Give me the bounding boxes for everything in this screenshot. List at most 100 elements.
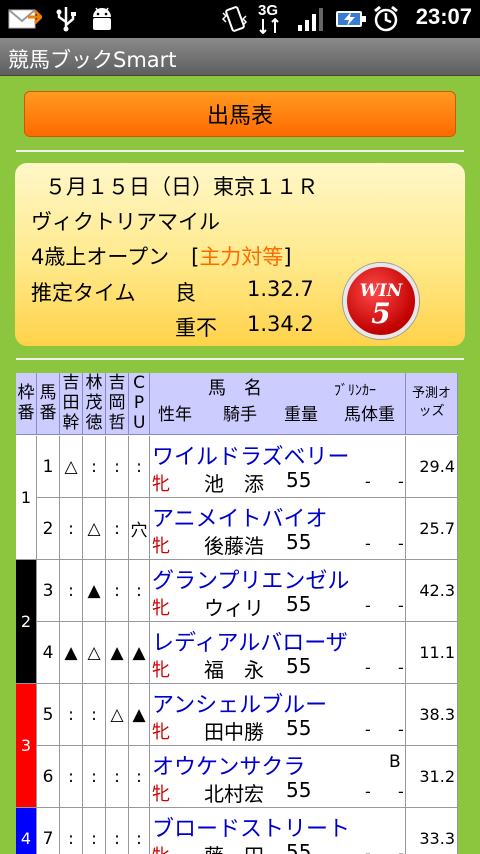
header-jockey: 騎手 (223, 405, 257, 425)
cell-odds: 33.3 (406, 808, 458, 854)
cell-cpu: 穴 (129, 498, 150, 560)
race-condition: 主力対等 (199, 245, 284, 269)
body-weight: - (365, 720, 371, 739)
race-card-button[interactable]: 出馬表 (24, 91, 456, 137)
carried-weight: 55 (286, 778, 312, 802)
cell-odds: 11.1 (406, 622, 458, 684)
carried-weight: 55 (286, 716, 312, 740)
jockey-name: 福 永 (204, 658, 264, 682)
horse-name[interactable]: グランプリエンゼル (152, 563, 408, 595)
cell-predictor-1: : (60, 808, 83, 854)
app-title-bar: 競馬ブックSmart (0, 38, 480, 76)
win5-badge-icon[interactable]: WIN 5 (343, 263, 419, 339)
horse-name[interactable]: ワイルドラズベリー (152, 439, 408, 471)
cell-predictor-3: : (106, 436, 129, 498)
cell-predictor-2: : (83, 684, 106, 746)
jockey-name: ウィリ (204, 596, 264, 620)
clock: 23:07 (415, 4, 472, 29)
estimated-time-label: 推定タイム (31, 281, 136, 305)
body-weight-change: - (398, 844, 404, 854)
cell-predictor-1: : (60, 746, 83, 808)
divider (16, 358, 464, 360)
header-cpu: CPU (129, 373, 150, 435)
horse-name[interactable]: レディアルバローザ (152, 625, 408, 657)
cell-cpu: : (129, 746, 150, 808)
horse-sex-age: 牝5 (152, 842, 170, 854)
cell-waku: 4 (16, 808, 37, 854)
jockey-name: 池 添 (204, 472, 264, 496)
body-weight-change: - (398, 720, 404, 739)
jockey-name: 北村宏 (204, 782, 264, 806)
cell-uma: 4 (37, 622, 60, 684)
usb-icon (54, 5, 78, 33)
header-uma: 馬番 (37, 373, 60, 435)
android-debug-icon (88, 5, 116, 33)
cell-predictor-1: ▲ (60, 622, 83, 684)
data-activity-icon (258, 18, 282, 34)
heavy-track-time: 1.34.2 (247, 312, 314, 336)
cell-odds: 29.4 (406, 436, 458, 498)
cell-uma: 1 (37, 436, 60, 498)
race-class-line: 4歳上オープン [主力対等] (31, 241, 292, 271)
good-track-time: 1.32.7 (247, 277, 314, 301)
carried-weight: 55 (286, 654, 312, 678)
race-class: 4歳上オープン (31, 245, 170, 269)
jockey-name: 藤 田 (204, 840, 264, 854)
cell-predictor-2: △ (83, 498, 106, 560)
carried-weight: 55 (286, 840, 312, 854)
body-weight: - (365, 658, 371, 677)
cell-waku: 1 (16, 436, 37, 560)
header-weight: 重量 (284, 405, 318, 425)
body-weight-change: - (398, 596, 404, 615)
cell-cpu: ▲ (129, 684, 150, 746)
battery-charging-icon (334, 5, 368, 33)
good-track-label: 良 (175, 281, 196, 305)
header-waku: 枠番 (16, 373, 37, 435)
header-predictor-2: 林茂徳 (83, 373, 106, 435)
cell-predictor-1: : (60, 684, 83, 746)
cell-odds: 25.7 (406, 498, 458, 560)
body-weight: - (365, 472, 371, 491)
cell-predictor-2: : (83, 808, 106, 854)
horse-name[interactable]: オウケンサクラ (152, 749, 408, 781)
app-title: 競馬ブックSmart (8, 48, 177, 72)
header-sex-age: 性年 (158, 405, 192, 425)
body-weight-change: - (398, 658, 404, 677)
header-predictor-1: 吉田幹 (60, 373, 83, 435)
cell-predictor-2: ▲ (83, 560, 106, 622)
cell-waku: 2 (16, 560, 37, 684)
body-weight-change: - (398, 782, 404, 801)
blinker-mark: B (389, 752, 401, 772)
cell-predictor-3: : (106, 746, 129, 808)
race-card-table: 枠番 馬番 吉田幹 林茂徳 吉岡哲 CPU 馬 名 ﾌﾞﾘﾝｶｰ 性年 騎手 重… (16, 373, 458, 854)
cell-predictor-3: △ (106, 684, 129, 746)
body-weight-change: - (398, 472, 404, 491)
cell-predictor-1: : (60, 560, 83, 622)
cell-uma: 2 (37, 498, 60, 560)
signal-icon (296, 5, 326, 33)
win5-badge-number: 5 (371, 297, 391, 330)
horse-name[interactable]: ブロードストリート (152, 811, 408, 843)
header-odds: 予測オッズ (406, 373, 458, 435)
cell-predictor-3: : (106, 560, 129, 622)
cell-predictor-1: : (60, 498, 83, 560)
header-blinker: ﾌﾞﾘﾝｶｰ (334, 383, 376, 399)
cell-cpu: : (129, 560, 150, 622)
horse-name[interactable]: アンシェルブルー (152, 687, 408, 719)
header-horse-info: 馬 名 ﾌﾞﾘﾝｶｰ 性年 騎手 重量 馬体重 (150, 373, 406, 435)
network-type: 3G (258, 2, 279, 19)
heavy-track-label: 重不 (175, 316, 217, 340)
jockey-name: 田中勝 (204, 720, 264, 744)
cell-predictor-3: : (106, 498, 129, 560)
body-weight: - (365, 782, 371, 801)
cell-odds: 42.3 (406, 560, 458, 622)
carried-weight: 55 (286, 530, 312, 554)
header-predictor-3: 吉岡哲 (106, 373, 129, 435)
cell-cpu: ▲ (129, 622, 150, 684)
alarm-icon (372, 5, 400, 33)
carried-weight: 55 (286, 592, 312, 616)
horse-name[interactable]: アニメイトバイオ (152, 501, 408, 533)
divider (16, 150, 464, 152)
cell-uma: 5 (37, 684, 60, 746)
body-weight: - (365, 534, 371, 553)
